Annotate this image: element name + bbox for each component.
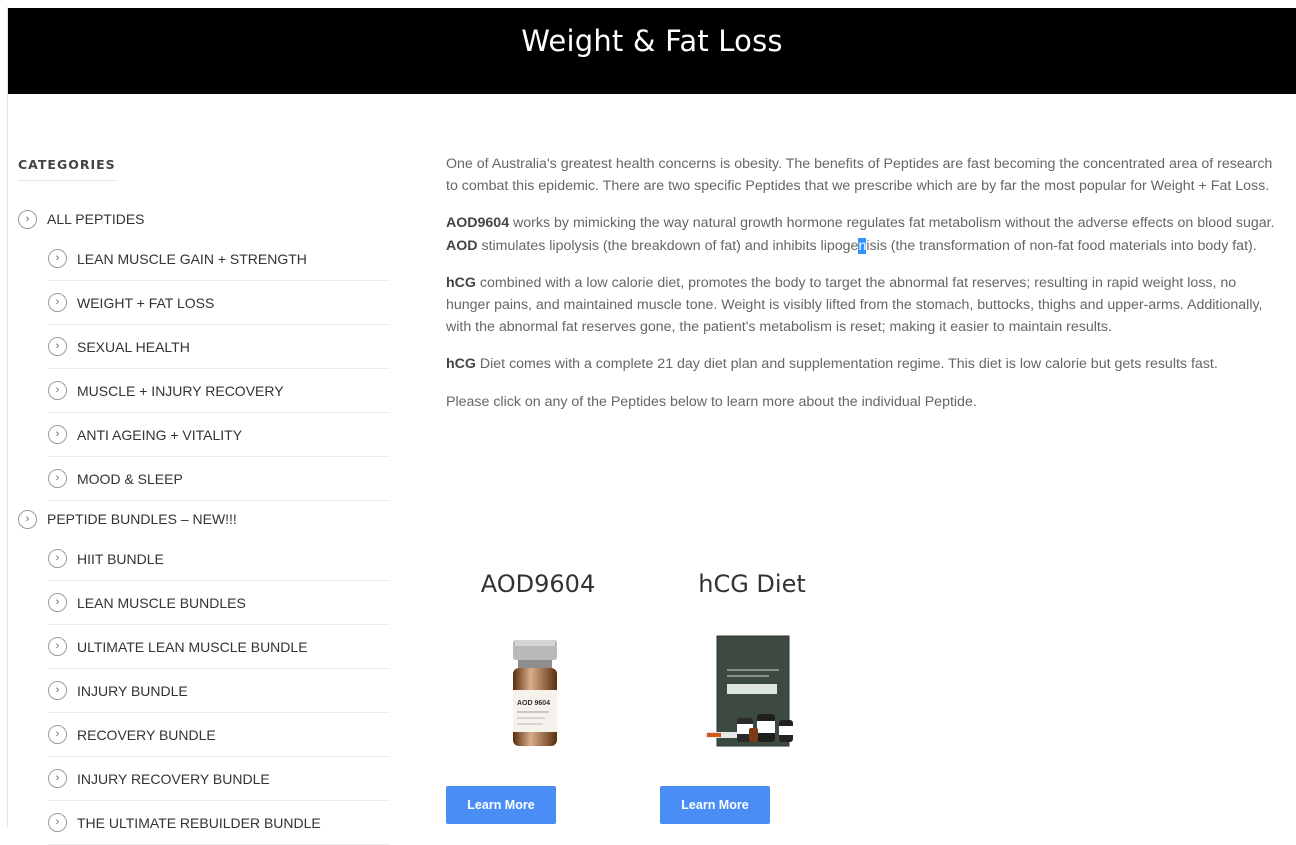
sidebar-item-sexual-health[interactable]: › SEXUAL HEALTH [48,325,390,369]
page-title: Weight & Fat Loss [521,24,783,58]
hcg-diet-bold: hCG [446,356,476,373]
learn-more-button-aod9604[interactable]: Learn More [446,786,556,824]
main-content: One of Australia's greatest health conce… [446,153,1282,428]
sidebar-item-label: PEPTIDE BUNDLES – NEW!!! [47,511,237,527]
category-list: › ALL PEPTIDES › LEAN MUSCLE GAIN + STRENGT… [18,201,390,845]
sidebar-item-muscle-injury-recovery[interactable]: › MUSCLE + INJURY RECOVERY [48,369,390,413]
sidebar-item-label: WEIGHT + FAT LOSS [77,294,215,311]
sidebar-item-lean-muscle-gain-strength[interactable]: › LEAN MUSCLE GAIN + STRENGTH [48,237,390,281]
sidebar-item-ultimate-lean-muscle-bundle[interactable]: › ULTIMATE LEAN MUSCLE BUNDLE [48,625,390,669]
sidebar-item-label: LEAN MUSCLE BUNDLES [77,594,246,611]
aod-paragraph: AOD9604 works by mimicking the way natur… [446,215,1275,254]
sidebar-item-label: MOOD & SLEEP [77,470,183,487]
categories-sidebar: CATEGORIES › ALL PEPTIDES › LEAN MUSCLE GAI… [18,156,390,845]
chevron-right-circle-icon: › [48,425,67,444]
sidebar-item-label: ANTI AGEING + VITALITY [77,426,243,443]
product-hcg-diet[interactable]: hCG Diet [652,570,852,760]
sidebar-item-injury-bundle[interactable]: › INJURY BUNDLE [48,669,390,713]
chevron-right-circle-icon: › [48,813,67,832]
sidebar-item-anti-ageing-vitality[interactable]: › ANTI AGEING + VITALITY [48,413,390,457]
chevron-right-circle-icon: › [18,509,37,529]
chevron-right-circle-icon: › [48,293,67,312]
intro-paragraph: One of Australia's greatest health conce… [446,156,1273,195]
sidebar-item-label: INJURY RECOVERY BUNDLE [77,770,270,787]
categories-heading: CATEGORIES [18,157,116,181]
sidebar-item-recovery-bundle[interactable]: › RECOVERY BUNDLE [48,713,390,757]
click-instruction: Please click on any of the Peptides belo… [446,393,977,410]
chevron-right-circle-icon: › [18,209,37,229]
product-image-aod9604-vial[interactable]: AOD 9604 [473,620,603,760]
aod-bold: AOD9604 [446,215,510,232]
chevron-right-circle-icon: › [48,769,67,788]
learn-more-button-hcg-diet[interactable]: Learn More [660,786,770,824]
chevron-right-circle-icon: › [48,337,67,356]
vial-label: AOD 9604 [517,700,550,707]
sidebar-item-label: MUSCLE + INJURY RECOVERY [77,382,284,399]
page-header: Weight & Fat Loss [8,8,1296,94]
chevron-right-circle-icon: › [48,593,67,612]
sidebar-item-the-ultimate-rebuilder-bundle[interactable]: › THE ULTIMATE REBUILDER BUNDLE [48,801,390,845]
product-name[interactable]: AOD9604 [438,570,638,598]
chevron-right-circle-icon: › [48,725,67,744]
chevron-right-circle-icon: › [48,637,67,656]
sidebar-item-label: ULTIMATE LEAN MUSCLE BUNDLE [77,638,308,655]
sidebar-item-label: HIIT BUNDLE [77,550,164,567]
sidebar-item-injury-recovery-bundle[interactable]: › INJURY RECOVERY BUNDLE [48,757,390,801]
product-name[interactable]: hCG Diet [652,570,852,598]
sidebar-item-hiit-bundle[interactable]: › HIIT BUNDLE [48,537,390,581]
chevron-right-circle-icon: › [48,469,67,488]
sidebar-item-label: LEAN MUSCLE GAIN + STRENGTH [77,250,307,267]
aod-bold-short: AOD [446,237,478,254]
chevron-right-circle-icon: › [48,249,67,268]
sidebar-item-label: SEXUAL HEALTH [77,338,190,355]
sidebar-item-label: ALL PEPTIDES [47,211,145,227]
sidebar-item-lean-muscle-bundles[interactable]: › LEAN MUSCLE BUNDLES [48,581,390,625]
product-aod9604[interactable]: AOD9604 AOD 9604 [438,570,638,760]
sidebar-item-all-peptides[interactable]: › ALL PEPTIDES [18,201,390,237]
product-grid: AOD9604 AOD 9604 Learn More hCG Diet Lea… [446,570,1046,827]
sidebar-item-peptide-bundles-new[interactable]: › PEPTIDE BUNDLES – NEW!!! [18,501,390,537]
hcg-paragraph: hCG combined with a low calorie diet, pr… [446,274,1263,336]
sidebar-item-label: INJURY BUNDLE [77,682,188,699]
chevron-right-circle-icon: › [48,549,67,568]
sidebar-item-label: RECOVERY BUNDLE [77,726,216,743]
product-image-hcg-diet-kit[interactable] [687,620,817,760]
hcg-bold: hCG [446,274,476,291]
sidebar-item-mood-sleep[interactable]: › MOOD & SLEEP [48,457,390,501]
sidebar-item-label: THE ULTIMATE REBUILDER BUNDLE [77,814,321,831]
sidebar-item-weight-fat-loss[interactable]: › WEIGHT + FAT LOSS [48,281,390,325]
chevron-right-circle-icon: › [48,381,67,400]
hcg-diet-paragraph: hCG Diet comes with a complete 21 day di… [446,356,1218,373]
chevron-right-circle-icon: › [48,681,67,700]
